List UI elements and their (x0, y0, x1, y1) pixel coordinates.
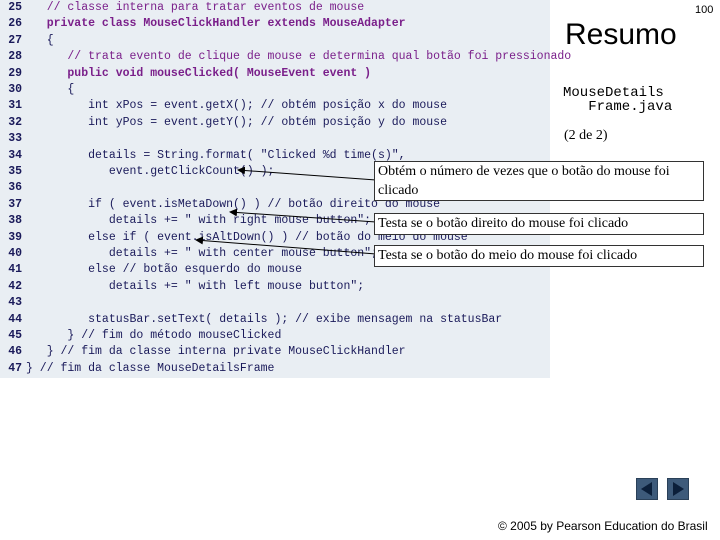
callout-arrow-2 (229, 208, 377, 223)
next-slide-icon (673, 482, 684, 496)
callout-arrow-3 (195, 236, 377, 255)
callout-text: Testa se o botão direito do mouse foi cl… (378, 216, 629, 231)
copyright-footer: © 2005 by Pearson Education do Brasil (498, 519, 708, 533)
callout-text: Testa se o botão do meio do mouse foi cl… (378, 248, 638, 263)
callout-click-count: Obtém o número de vezes que o botão do m… (374, 161, 704, 201)
callout-right-button: Testa se o botão direito do mouse foi cl… (374, 213, 704, 235)
prev-slide-button[interactable] (636, 478, 658, 500)
callout-arrow-1 (237, 166, 377, 181)
prev-slide-icon (641, 482, 652, 496)
callout-arrows (195, 166, 377, 255)
next-slide-button[interactable] (667, 478, 689, 500)
callout-text: Obtém o número de vezes que o botão do m… (378, 164, 670, 198)
callout-center-button: Testa se o botão do meio do mouse foi cl… (374, 245, 704, 267)
